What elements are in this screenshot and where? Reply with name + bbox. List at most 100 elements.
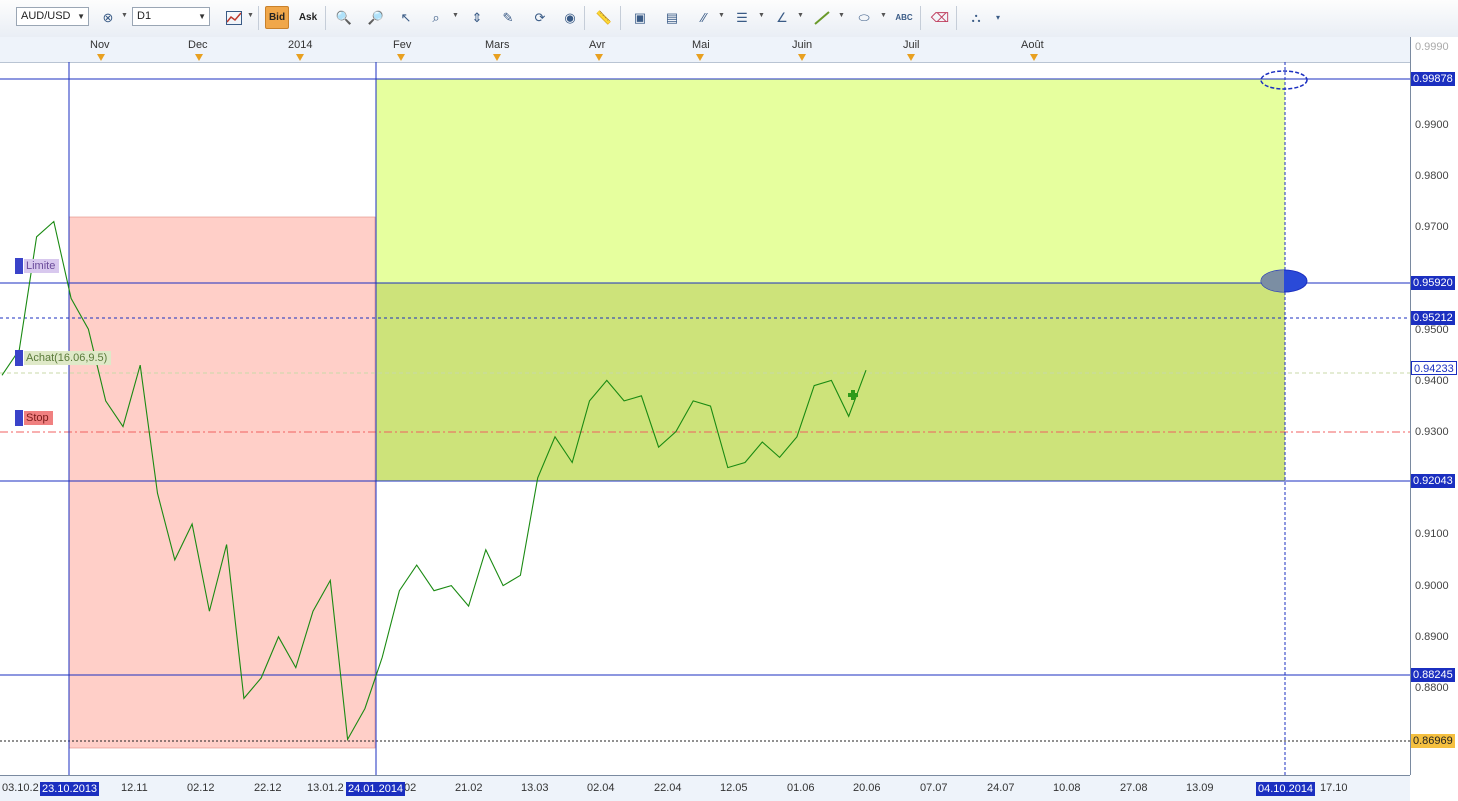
month-label: 2014 [288,39,313,51]
sell-zone [68,216,376,749]
timeframe-value: D1 [137,10,152,22]
trendline-icon[interactable] [810,6,834,29]
symbol-select[interactable]: AUD/USD ▼ [16,7,89,26]
chevron-down-icon: ▼ [198,12,206,21]
time-axis[interactable]: 03.10.2 12.11 02.12 22.12 13.01.2 02 21.… [0,775,1410,801]
chevron-down-icon[interactable]: ▼ [247,12,254,19]
price-tag-low: 0.86969 [1411,734,1455,748]
price-tick: 0.9000 [1415,580,1449,592]
range-zone [376,283,1285,481]
date-label: 13.03 [521,782,549,794]
text-tool-icon[interactable]: ABC [892,6,916,29]
date-tag-mid: 24.01.2014 [346,782,406,796]
date-label: 22.04 [654,782,682,794]
month-marker[interactable] [296,54,304,61]
chevron-down-icon[interactable]: ▼ [121,12,128,19]
date-label: 01.06 [787,782,815,794]
toolbar-separator [584,6,585,30]
date-label: 12.05 [720,782,748,794]
horizontal-lines-icon[interactable]: ☰ [730,6,754,29]
month-label: Fev [393,39,412,51]
stop-order-label[interactable]: Stop [24,411,53,425]
month-label: Mai [692,39,710,51]
timeframe-select[interactable]: D1 ▼ [132,7,210,26]
template-icon[interactable]: ▤ [660,6,684,29]
date-label: 13.01.2 [307,782,344,794]
price-tick: 0.9100 [1415,528,1449,540]
ellipse-icon[interactable]: ⬭ [852,6,876,29]
image-icon[interactable]: ▣ [628,6,652,29]
bid-button[interactable]: Bid [265,6,289,29]
toolbar-separator [258,6,259,30]
date-label: 21.02 [455,782,483,794]
price-tag-upper: 0.95920 [1411,276,1455,290]
date-tag-start: 23.10.2013 [40,782,100,796]
autoscale-icon[interactable]: ⇕ [465,6,489,29]
month-marker[interactable] [595,54,603,61]
zoom-out-icon[interactable]: 🔎 [364,6,388,29]
properties-icon[interactable]: ✎ [496,6,520,29]
month-label: Mars [485,39,510,51]
price-tick: 0.9700 [1415,221,1449,233]
stop-order-flag[interactable] [15,410,23,426]
month-marker[interactable] [696,54,704,61]
trendline-shape-icon [814,10,830,25]
crosslines-icon[interactable]: ⁄⁄ [692,6,716,29]
chevron-down-icon[interactable]: ▼ [880,12,887,19]
buy-order-flag[interactable] [15,350,23,366]
toolbar-separator [325,6,326,30]
chevron-down-icon[interactable]: ▼ [758,12,765,19]
date-label: 13.09 [1186,782,1214,794]
date-label: 27.08 [1120,782,1148,794]
magnifier-icon[interactable]: ⌕ [424,6,448,29]
chevron-down-icon[interactable]: ▼ [838,12,845,19]
fan-lines-icon[interactable]: ∠ [770,6,794,29]
month-marker[interactable] [493,54,501,61]
chevron-down-icon[interactable]: ▼ [718,12,725,19]
month-label: Avr [589,39,606,51]
month-axis: Nov Dec 2014 Fev Mars Avr Mai Juin Juil … [0,37,1410,63]
date-label: 02.04 [587,782,615,794]
zoom-in-icon[interactable]: 🔍 [332,6,356,29]
price-chart[interactable] [0,62,1410,775]
eraser-icon[interactable]: ⌫ [928,6,952,29]
crosshair-tool-icon[interactable]: ⊗ [96,6,120,29]
buy-order-label[interactable]: Achat(16.06,9.5) [24,351,112,365]
chevron-down-icon[interactable]: ▼ [797,12,804,19]
cursor-icon[interactable]: ↖ [394,6,418,29]
limit-order-label[interactable]: Limite [24,259,60,273]
toolbar-overflow-icon[interactable]: ▾ [990,6,1006,29]
hierarchy-icon[interactable]: ⛬ [964,6,988,29]
date-label: 22.12 [254,782,282,794]
price-tick: 0.8900 [1415,631,1449,643]
price-tag-top: 0.99878 [1411,72,1455,86]
date-label: 12.11 [121,782,148,794]
limit-order-flag[interactable] [15,258,23,274]
price-tick: 0.9800 [1415,170,1449,182]
ask-button[interactable]: Ask [296,6,320,29]
month-marker[interactable] [798,54,806,61]
date-label: 17.10 [1320,782,1348,794]
price-tick: 0.9500 [1415,324,1449,336]
refresh-icon[interactable]: ⟳ [528,6,552,29]
date-label: 24.07 [987,782,1015,794]
price-axis[interactable]: 0.9990 0.9900 0.9800 0.9700 0.9500 0.940… [1410,37,1458,775]
chevron-down-icon[interactable]: ▼ [452,12,459,19]
date-label: 03.10.2 [2,782,39,794]
chart-type-icon[interactable] [222,6,246,29]
month-marker[interactable] [907,54,915,61]
month-marker[interactable] [1030,54,1038,61]
date-label: 02 [404,782,417,794]
price-tag-lower: 0.92043 [1411,474,1455,488]
month-marker[interactable] [97,54,105,61]
date-label: 07.07 [920,782,948,794]
chart-plot-area[interactable]: Limite Achat(16.06,9.5) Stop [0,62,1410,775]
month-marker[interactable] [397,54,405,61]
month-label: Nov [90,39,110,51]
price-tick: 0.9300 [1415,426,1449,438]
target-zone [376,79,1285,283]
month-marker[interactable] [195,54,203,61]
globe-icon[interactable]: ◉ [558,6,582,29]
ruler-icon[interactable]: 📏 [592,6,616,29]
price-tick: 0.8800 [1415,682,1449,694]
